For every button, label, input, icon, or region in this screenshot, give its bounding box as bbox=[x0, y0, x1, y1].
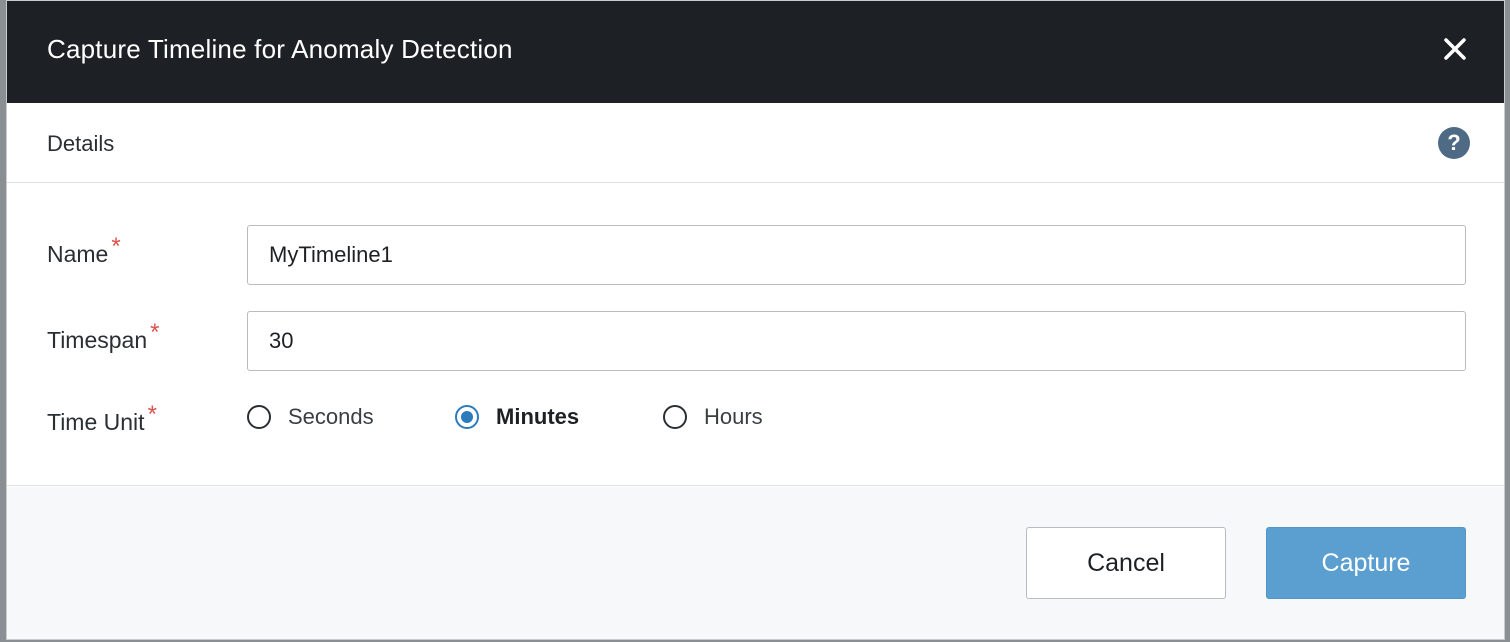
cancel-button[interactable]: Cancel bbox=[1026, 527, 1226, 599]
dialog-footer: Cancel Capture bbox=[7, 487, 1504, 639]
details-section-header: Details ? bbox=[7, 103, 1504, 183]
required-marker: * bbox=[111, 233, 121, 260]
dialog-title: Capture Timeline for Anomaly Detection bbox=[47, 33, 513, 64]
radio-minutes-label: Minutes bbox=[496, 404, 580, 429]
name-label-text: Name bbox=[47, 241, 109, 267]
required-marker: * bbox=[147, 401, 157, 428]
radio-hours[interactable]: Hours bbox=[663, 404, 763, 430]
close-icon bbox=[1444, 38, 1466, 60]
radio-hours-circle[interactable] bbox=[663, 405, 687, 429]
time-unit-label: Time Unit * bbox=[47, 401, 247, 437]
timespan-label-text: Timespan bbox=[47, 327, 148, 353]
radio-hours-label: Hours bbox=[704, 404, 763, 429]
radio-selected-dot bbox=[461, 411, 473, 423]
radio-minutes[interactable]: Minutes bbox=[455, 404, 663, 430]
radio-seconds-label: Seconds bbox=[288, 404, 374, 429]
required-marker: * bbox=[150, 319, 160, 346]
name-label: Name * bbox=[47, 233, 247, 269]
time-unit-label-text: Time Unit bbox=[47, 409, 145, 435]
timeline-form: Name* Timespan* Time Unit* Seconds bbox=[7, 183, 1504, 486]
time-unit-row: Time Unit * Seconds Minutes Hours bbox=[47, 401, 763, 437]
capture-button[interactable]: Capture bbox=[1266, 527, 1466, 599]
section-title: Details bbox=[47, 130, 115, 156]
timespan-label: Timespan * bbox=[47, 319, 247, 355]
radio-seconds[interactable]: Seconds bbox=[247, 404, 455, 430]
timespan-row: Timespan * bbox=[47, 311, 1466, 371]
name-row: Name * bbox=[47, 225, 1466, 285]
name-input[interactable] bbox=[247, 225, 1466, 285]
help-icon[interactable]: ? bbox=[1438, 126, 1470, 159]
radio-seconds-circle[interactable] bbox=[247, 405, 271, 429]
timespan-input[interactable] bbox=[247, 311, 1466, 371]
dialog-header: Capture Timeline for Anomaly Detection bbox=[7, 1, 1504, 103]
time-unit-radio-group: Seconds Minutes Hours bbox=[247, 404, 763, 430]
radio-minutes-circle[interactable] bbox=[455, 405, 479, 429]
close-button[interactable] bbox=[1440, 34, 1470, 64]
capture-timeline-dialog: Capture Timeline for Anomaly Detection D… bbox=[6, 0, 1505, 640]
